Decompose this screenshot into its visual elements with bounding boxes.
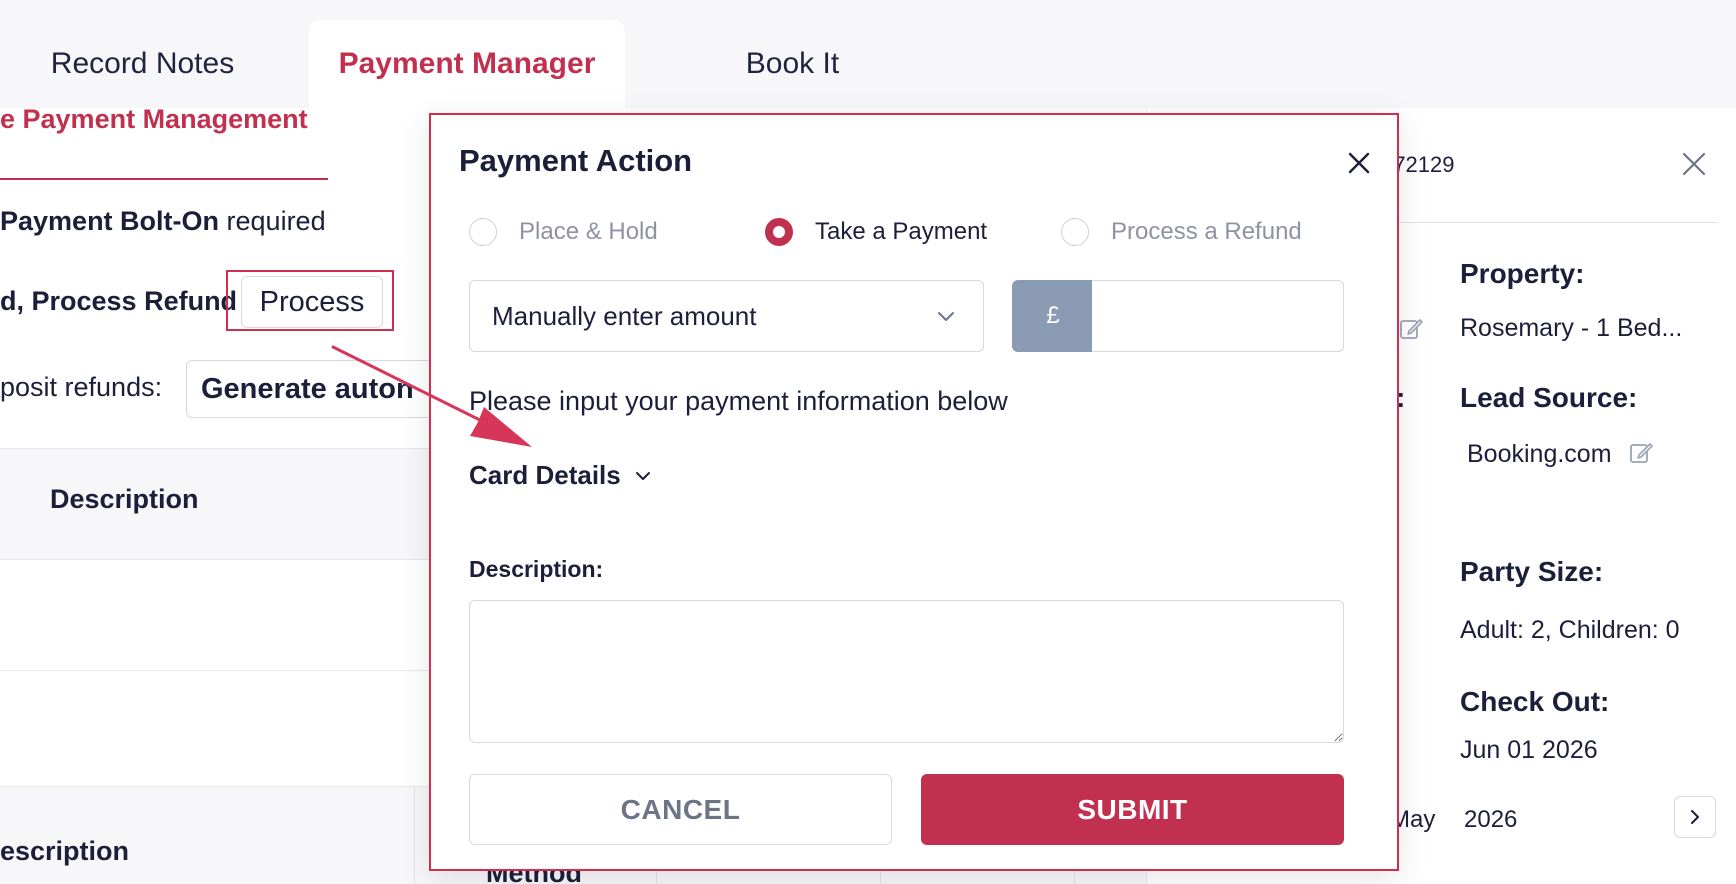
cancel-button[interactable]: CANCEL	[469, 774, 892, 845]
radio-place-hold[interactable]: Place & Hold	[469, 215, 658, 249]
property-label: Property:	[1460, 258, 1585, 289]
chevron-right-icon	[1691, 810, 1699, 824]
description-label: Description:	[469, 556, 604, 582]
calendar-next-button[interactable]	[1674, 796, 1716, 838]
process-button[interactable]: Process	[241, 276, 383, 328]
tab-payment-manager[interactable]: Payment Manager	[309, 20, 625, 108]
amount-type-value: Manually enter amount	[492, 300, 757, 331]
tab-bar: Record Notes Payment Manager Book It	[0, 0, 1736, 108]
check-out-value: Jun 01 2026	[1460, 736, 1598, 764]
tab-record-notes[interactable]: Record Notes	[0, 20, 285, 108]
radio-take-payment[interactable]: Take a Payment	[765, 215, 987, 249]
radio-label: Process a Refund	[1111, 218, 1302, 245]
edit-icon[interactable]	[1628, 440, 1654, 466]
description-textarea[interactable]	[469, 600, 1344, 743]
chevron-down-icon	[938, 312, 954, 321]
table-header-description: Description	[50, 484, 199, 514]
card-details-toggle[interactable]: Card Details	[469, 460, 653, 491]
tab-book-it[interactable]: Book It	[680, 20, 905, 108]
party-size-value: Adult: 2, Children: 0	[1460, 616, 1680, 644]
submit-button[interactable]: SUBMIT	[921, 774, 1344, 845]
lead-source-label: Lead Source:	[1460, 382, 1638, 413]
edit-icon[interactable]	[1398, 316, 1424, 342]
card-details-label: Card Details	[469, 460, 621, 490]
column-divider	[414, 786, 415, 884]
amount-type-select[interactable]: Manually enter amount	[469, 280, 984, 352]
radio-circle[interactable]	[765, 218, 793, 246]
bottom-header-description: escription	[0, 836, 130, 866]
bolt-on-name: Payment Bolt-On	[0, 206, 220, 236]
chevron-down-icon	[635, 471, 650, 480]
refund-label: d, Process Refund	[0, 286, 238, 316]
party-size-label: Party Size:	[1460, 556, 1604, 587]
bolt-on-required: required	[219, 206, 326, 236]
currency-addon: £	[1012, 280, 1094, 352]
payment-info-text: Please input your payment information be…	[469, 386, 1008, 416]
table-row-divider	[0, 670, 440, 671]
radio-label: Take a Payment	[815, 218, 988, 245]
panel-divider	[1380, 222, 1718, 223]
lead-source-value: Booking.com	[1467, 440, 1612, 468]
radio-label: Place & Hold	[519, 218, 658, 245]
generate-button[interactable]: Generate auton	[186, 360, 446, 418]
property-value: Rosemary - 1 Bed...	[1460, 314, 1683, 342]
check-out-label: Check Out:	[1460, 686, 1610, 717]
close-icon[interactable]	[1680, 150, 1708, 178]
deposit-refunds-label: posit refunds:	[0, 372, 163, 402]
bolt-on-notice: Payment Bolt-On required	[0, 206, 326, 237]
section-heading: e Payment Management	[0, 104, 308, 134]
modal-title: Payment Action	[459, 143, 693, 178]
radio-circle[interactable]	[1061, 218, 1089, 246]
radio-circle[interactable]	[469, 218, 497, 246]
radio-process-refund[interactable]: Process a Refund	[1061, 215, 1302, 249]
calendar-year: 2026	[1464, 806, 1518, 833]
heading-underline	[0, 178, 328, 180]
close-icon[interactable]	[1346, 150, 1372, 176]
amount-input[interactable]	[1092, 280, 1344, 352]
